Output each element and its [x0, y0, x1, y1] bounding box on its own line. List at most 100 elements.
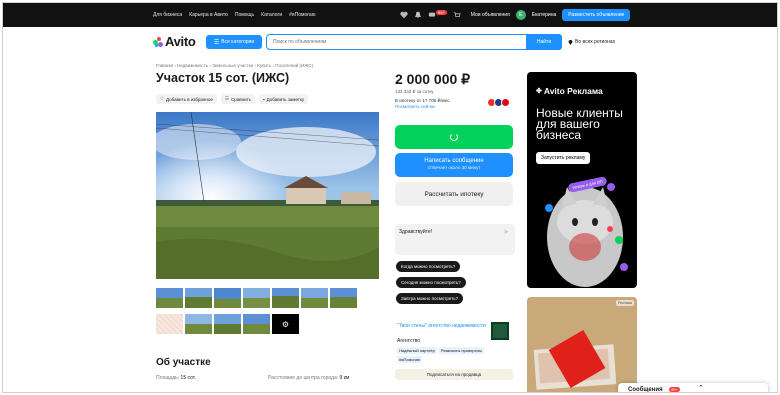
- messages-bar[interactable]: Сообщения 99+ ⌃: [618, 383, 768, 393]
- add-note-button[interactable]: ▪ Добавить заметку: [259, 94, 309, 104]
- seller-tag: #яПомогаю: [397, 356, 423, 363]
- distance-row: Расстояние до центра города: 9 км: [268, 375, 349, 381]
- chevron-up-icon[interactable]: ⌃: [698, 384, 704, 392]
- notification-badge: 99+: [436, 9, 447, 15]
- top-right: 99+ Мои объявления Е Екатерина Разместит…: [400, 8, 631, 22]
- launch-ads-button[interactable]: Запустить рекламу: [536, 152, 591, 164]
- seller-type: Агентство: [397, 338, 420, 344]
- calculate-mortgage-button[interactable]: Рассчитать ипотеку: [395, 182, 513, 206]
- note-icon: ▪: [263, 96, 265, 102]
- messages-label: Сообщения: [628, 387, 663, 393]
- main-photo[interactable]: [156, 112, 379, 279]
- about-heading: Об участке: [156, 357, 211, 368]
- area-label: Площадь:: [156, 375, 180, 381]
- all-categories-button[interactable]: ☰ Все категории: [206, 35, 262, 49]
- thumbnail[interactable]: [214, 314, 241, 334]
- logo-dots-icon: [153, 36, 163, 47]
- nav-business[interactable]: Для бизнеса: [153, 12, 182, 18]
- bank-logos: [487, 98, 510, 107]
- thumbnail[interactable]: [243, 314, 270, 334]
- gear-icon: ⚙: [281, 319, 290, 329]
- seller-name-link[interactable]: "Твои стены" агентство недвижимости: [397, 323, 487, 330]
- show-phone-button[interactable]: [395, 125, 513, 149]
- price-per-acre: 133 333 ₽ за сотку: [395, 89, 434, 94]
- compare-label: Сравнить: [230, 96, 252, 102]
- messages-count-badge: 99+: [669, 387, 680, 392]
- distance-value: 9 км: [339, 375, 350, 381]
- seller-tag: Реквизиты проверены: [438, 347, 484, 354]
- nav-careers[interactable]: Карьера в Авито: [189, 12, 228, 18]
- thumbnail-more[interactable]: ⚙: [272, 314, 299, 334]
- nav-i-help[interactable]: #яПомогаю: [289, 12, 315, 18]
- page-title: Участок 15 сот. (ИЖС): [156, 71, 290, 85]
- response-time: Отвечает около 30 минут: [427, 165, 481, 170]
- cart-icon[interactable]: [453, 11, 461, 19]
- my-ads-link[interactable]: Мои объявления: [471, 12, 510, 18]
- quick-reply-chip[interactable]: Когда можно посмотреть?: [396, 261, 461, 272]
- ad-sticker: теперь и для ИП: [567, 176, 608, 193]
- thumbnail[interactable]: [330, 288, 357, 308]
- page: Для бизнеса Карьера в Авито Помощь Катал…: [2, 2, 778, 393]
- breadcrumb[interactable]: Главная › Недвижимость › Земельные участ…: [156, 63, 313, 68]
- heart-icon[interactable]: [400, 11, 408, 19]
- all-categories-label: Все категории: [221, 39, 255, 45]
- seller-logo[interactable]: [491, 322, 509, 340]
- land-plot-photo: [156, 112, 379, 279]
- compare-icon: ☷: [224, 96, 229, 101]
- listing-actions: ♡ Добавить в избранное ☷ Сравнить ▪ Доба…: [156, 94, 309, 104]
- add-favorite-label: Добавить в избранное: [166, 96, 213, 102]
- avito-logo-icon: ✤: [536, 88, 542, 95]
- add-favorite-button[interactable]: ♡ Добавить в избранное: [156, 94, 217, 104]
- subscribe-seller-button[interactable]: Подписаться на продавца: [395, 369, 513, 380]
- nav-help[interactable]: Помощь: [235, 12, 254, 18]
- search-button[interactable]: Найти: [526, 33, 562, 50]
- ad-label: Реклама: [615, 300, 634, 306]
- thumbnail[interactable]: [272, 288, 299, 308]
- top-nav: Для бизнеса Карьера в Авито Помощь Катал…: [153, 12, 315, 18]
- ad-brand-label: Avito Реклама: [543, 86, 603, 96]
- thumbnail[interactable]: [156, 314, 183, 334]
- logo-text: Avito: [165, 34, 196, 49]
- bell-icon[interactable]: [414, 11, 422, 19]
- write-message-label: Написать сообщение: [424, 158, 484, 164]
- area-value: 15 сот.: [180, 375, 196, 381]
- user-name[interactable]: Екатерина: [532, 12, 556, 18]
- mortgage-link[interactable]: Посмотреть сейчас: [395, 104, 435, 109]
- thumbnail[interactable]: [185, 314, 212, 334]
- thumbnail[interactable]: [243, 288, 270, 308]
- ad-headline: Новые клиенты для вашего бизнеса: [536, 106, 623, 142]
- distance-label: Расстояние до центра города:: [268, 375, 339, 381]
- search-input[interactable]: [273, 38, 523, 46]
- quick-reply-chip[interactable]: Сегодня можно посмотреть?: [396, 277, 466, 288]
- write-message-button[interactable]: Написать сообщение Отвечает около 30 мин…: [395, 153, 513, 177]
- seller-tags: Надёжный партнёр Реквизиты проверены #яП…: [397, 347, 509, 363]
- nav-catalogs[interactable]: Каталоги: [261, 12, 282, 18]
- avito-logo[interactable]: Avito: [153, 34, 196, 49]
- search-bar: Найти: [266, 33, 562, 50]
- message-text: Здравствуйте!: [399, 229, 433, 235]
- quick-reply-chip[interactable]: Завтра можно посмотреть?: [396, 293, 464, 304]
- avatar[interactable]: Е: [515, 10, 526, 20]
- compare-button[interactable]: ☷ Сравнить: [220, 94, 256, 104]
- send-icon[interactable]: ➤: [503, 228, 509, 236]
- region-label: Во всех регионах: [575, 39, 616, 45]
- chat-icon[interactable]: [428, 11, 436, 19]
- thumbnail[interactable]: [185, 288, 212, 308]
- post-ad-button[interactable]: Разместить объявление: [562, 9, 631, 21]
- top-bar: Для бизнеса Карьера в Авито Помощь Катал…: [3, 3, 777, 27]
- ad-brand: ✤ Avito Реклама: [536, 86, 603, 96]
- region-selector[interactable]: Во всех регионах: [568, 39, 615, 45]
- ad-banner-2[interactable]: Реклама: [527, 297, 637, 392]
- thumbnail[interactable]: [214, 288, 241, 308]
- thumbnail[interactable]: [301, 288, 328, 308]
- ad-money-photo: [527, 297, 637, 392]
- price: 2 000 000 ₽: [395, 71, 471, 87]
- loading-spinner-icon: [450, 133, 458, 141]
- thumbnail[interactable]: [156, 288, 183, 308]
- heart-outline-icon: ♡: [160, 96, 165, 101]
- message-input-box[interactable]: Здравствуйте! ➤: [395, 224, 515, 255]
- avito-ads-banner[interactable]: ✤ Avito Реклама Новые клиенты для вашего…: [527, 72, 637, 288]
- add-note-label: Добавить заметку: [266, 96, 305, 102]
- area-row: Площадь: 15 сот.: [156, 375, 196, 381]
- bank-logo-icon: [501, 98, 510, 107]
